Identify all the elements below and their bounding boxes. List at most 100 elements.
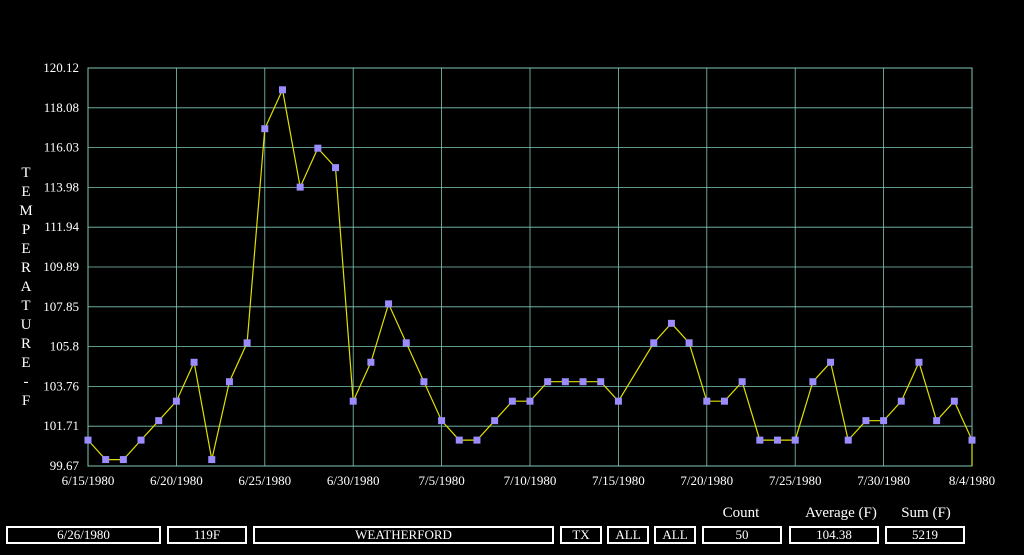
y-tick-label: 111.94 (44, 219, 79, 234)
data-point[interactable] (950, 397, 958, 405)
data-point[interactable] (720, 397, 728, 405)
x-tick-label: 7/30/1980 (857, 473, 910, 488)
data-point[interactable] (243, 339, 251, 347)
filter2-field[interactable]: ALL (654, 526, 696, 544)
data-point[interactable] (738, 378, 746, 386)
y-axis-label-char: M (19, 203, 33, 219)
data-point[interactable] (84, 436, 92, 444)
data-point[interactable] (544, 378, 552, 386)
sum-value: 5219 (885, 526, 965, 544)
x-tick-label: 6/20/1980 (150, 473, 203, 488)
data-point[interactable] (332, 164, 340, 172)
average-header: Average (F) (805, 505, 877, 521)
temperature-field[interactable]: 119F (167, 526, 247, 544)
data-point[interactable] (862, 417, 870, 425)
data-point[interactable] (844, 436, 852, 444)
data-point[interactable] (614, 397, 622, 405)
data-point[interactable] (420, 378, 428, 386)
x-tick-label: 7/25/1980 (769, 473, 822, 488)
x-tick-label: 6/30/1980 (327, 473, 380, 488)
data-point[interactable] (385, 300, 393, 308)
data-point[interactable] (827, 358, 835, 366)
y-axis-label-char: - (23, 374, 29, 390)
data-point[interactable] (190, 358, 198, 366)
data-point[interactable] (438, 417, 446, 425)
average-value: 104.38 (789, 526, 879, 544)
y-tick-label: 99.67 (50, 458, 80, 473)
data-point[interactable] (261, 125, 269, 133)
x-tick-label: 7/15/1980 (592, 473, 645, 488)
data-point[interactable] (491, 417, 499, 425)
y-axis-label-char: E (21, 355, 31, 371)
filter1-field[interactable]: ALL (607, 526, 649, 544)
x-tick-label: 7/20/1980 (680, 473, 733, 488)
y-axis-label-char: T (21, 298, 31, 314)
data-point[interactable] (791, 436, 799, 444)
y-axis-label-char: U (20, 317, 32, 333)
data-point[interactable] (756, 436, 764, 444)
data-point[interactable] (508, 397, 516, 405)
data-point[interactable] (968, 436, 976, 444)
y-tick-label: 109.89 (43, 259, 79, 274)
data-point[interactable] (650, 339, 658, 347)
x-tick-label: 6/25/1980 (238, 473, 291, 488)
x-tick-label: 8/4/1980 (949, 473, 995, 488)
x-tick-label: 7/10/1980 (504, 473, 557, 488)
y-tick-label: 107.85 (43, 299, 79, 314)
data-point[interactable] (473, 436, 481, 444)
x-tick-label: 7/5/1980 (418, 473, 464, 488)
data-point[interactable] (579, 378, 587, 386)
data-point[interactable] (897, 397, 905, 405)
data-point[interactable] (137, 436, 145, 444)
y-axis-label-char: T (21, 165, 31, 181)
data-point[interactable] (774, 436, 782, 444)
count-value: 50 (702, 526, 782, 544)
data-point[interactable] (278, 86, 286, 94)
data-point[interactable] (703, 397, 711, 405)
y-tick-label: 105.8 (50, 339, 79, 354)
y-axis-label-char: R (20, 336, 31, 352)
temperature-chart: 6/15/1980 6/20/1980 6/25/1980 6/30/1980 7/5/… (43, 60, 995, 488)
y-tick-label: 113.98 (44, 179, 79, 194)
data-point[interactable] (349, 397, 357, 405)
y-tick-label: 103.76 (43, 378, 79, 393)
data-point[interactable] (915, 358, 923, 366)
y-axis-label-char: E (21, 241, 31, 257)
x-tick-labels: 6/15/1980 6/20/1980 6/25/1980 6/30/1980 7/5/… (62, 473, 995, 488)
y-axis-label-char: E (21, 184, 31, 200)
data-point[interactable] (367, 358, 375, 366)
chart-grid (87, 67, 973, 467)
data-point[interactable] (402, 339, 410, 347)
data-point[interactable] (526, 397, 534, 405)
data-point[interactable] (208, 456, 216, 464)
data-point[interactable] (296, 183, 304, 191)
data-point[interactable] (933, 417, 941, 425)
sum-header: Sum (F) (901, 505, 951, 521)
y-axis-label-char: P (21, 222, 31, 238)
y-tick-label: 118.08 (44, 100, 79, 115)
date-field[interactable]: 6/26/1980 (6, 526, 161, 544)
data-point[interactable] (880, 417, 888, 425)
y-axis-label-char: F (21, 393, 31, 409)
y-axis-label: TEMPERATURE-F (16, 164, 36, 411)
y-axis-label-char: A (20, 279, 32, 295)
data-point[interactable] (314, 144, 322, 152)
data-point[interactable] (455, 436, 463, 444)
data-point[interactable] (597, 378, 605, 386)
station-field[interactable]: WEATHERFORD (253, 526, 554, 544)
data-point[interactable] (172, 397, 180, 405)
y-axis-label-char: R (20, 260, 31, 276)
data-point[interactable] (685, 339, 693, 347)
state-field[interactable]: TX (560, 526, 602, 544)
data-point[interactable] (155, 417, 163, 425)
y-tick-label: 116.03 (44, 140, 79, 155)
y-tick-label: 101.71 (43, 418, 79, 433)
data-point[interactable] (225, 378, 233, 386)
y-tick-labels: 120.12 118.08 116.03 113.98 111.94 109.89 107.… (43, 60, 79, 473)
data-point[interactable] (809, 378, 817, 386)
data-point[interactable] (561, 378, 569, 386)
data-point[interactable] (102, 456, 110, 464)
y-tick-label: 120.12 (43, 60, 79, 75)
data-point[interactable] (119, 456, 127, 464)
data-point[interactable] (667, 319, 675, 327)
